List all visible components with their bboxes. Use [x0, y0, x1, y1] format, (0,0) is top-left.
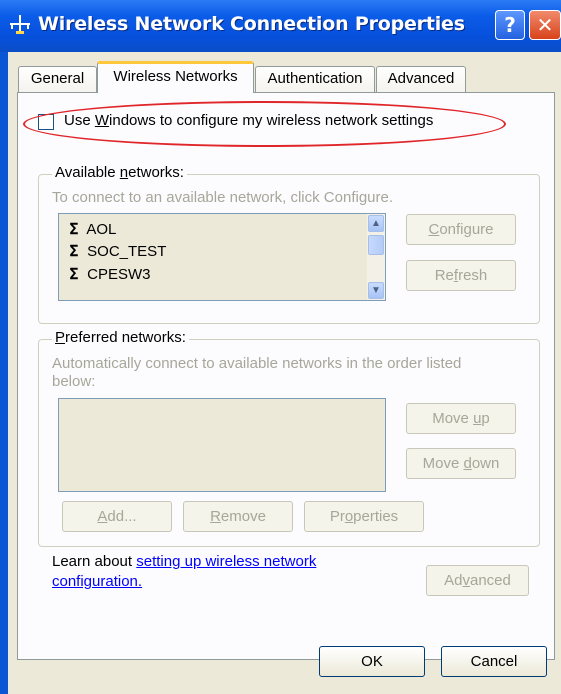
tab-label: Authentication [267, 70, 363, 87]
close-button[interactable]: ✕ [529, 10, 561, 40]
tab-wireless-networks[interactable]: Wireless Networks [97, 61, 254, 93]
list-item-network[interactable]: ⵉ CPESW3 [69, 265, 151, 283]
highlight-ellipse [23, 101, 506, 147]
available-networks-list[interactable]: ⵉ AOL ⵉ SOC_TEST ⵉ CPESW3 ▲ ▼ [58, 213, 386, 301]
scroll-thumb[interactable] [368, 235, 384, 255]
tab-authentication[interactable]: Authentication [255, 66, 375, 92]
tab-label: Advanced [387, 70, 455, 87]
available-networks-hint: To connect to an available network, clic… [52, 189, 394, 206]
tab-label: General [30, 70, 85, 87]
help-icon: ? [504, 13, 516, 37]
tab-label: Wireless Networks [113, 68, 238, 85]
wireless-antenna-icon: ⵉ [69, 221, 79, 238]
tab-general[interactable]: General [18, 66, 97, 92]
list-item-network[interactable]: ⵉ AOL [69, 220, 116, 238]
cancel-button[interactable]: Cancel [441, 646, 547, 677]
move-up-button[interactable]: Move up [406, 403, 516, 434]
wireless-antenna-icon: ⵉ [69, 243, 79, 260]
learn-about-text: Learn about setting up wireless network c… [52, 553, 317, 590]
scroll-down-icon[interactable]: ▼ [368, 282, 384, 299]
title-bar[interactable]: Wireless Network Connection Properties ?… [0, 0, 561, 52]
move-down-button[interactable]: Move down [406, 448, 516, 479]
preferred-networks-title: Preferred networks: [52, 329, 189, 346]
properties-button[interactable]: Properties [304, 501, 424, 532]
setup-wireless-link[interactable]: setting up wireless network [136, 553, 316, 570]
dialog-client-area: General Wireless Networks Authentication… [8, 52, 561, 694]
scroll-up-icon[interactable]: ▲ [368, 215, 384, 232]
add-button[interactable]: Add... [62, 501, 172, 532]
close-icon: ✕ [536, 13, 554, 37]
tab-advanced[interactable]: Advanced [376, 66, 466, 92]
preferred-networks-list[interactable] [58, 398, 386, 492]
refresh-button[interactable]: Refresh [406, 260, 516, 291]
available-networks-title: Available networks: [52, 164, 187, 181]
ok-button[interactable]: OK [319, 646, 425, 677]
advanced-button[interactable]: Advanced [426, 565, 529, 596]
wireless-antenna-icon: ⵉ [69, 266, 79, 283]
list-item-network[interactable]: ⵉ SOC_TEST [69, 242, 166, 260]
network-connection-icon [10, 15, 30, 34]
setup-wireless-link-continued[interactable]: configuration. [52, 573, 142, 590]
window-title: Wireless Network Connection Properties [38, 13, 465, 35]
preferred-networks-hint: Automatically connect to available netwo… [52, 355, 462, 390]
remove-button[interactable]: Remove [183, 501, 293, 532]
vertical-scrollbar[interactable]: ▲ ▼ [367, 214, 385, 300]
dialog-window: Wireless Network Connection Properties ?… [0, 0, 561, 694]
help-button[interactable]: ? [495, 10, 525, 40]
configure-button[interactable]: Configure [406, 214, 516, 245]
